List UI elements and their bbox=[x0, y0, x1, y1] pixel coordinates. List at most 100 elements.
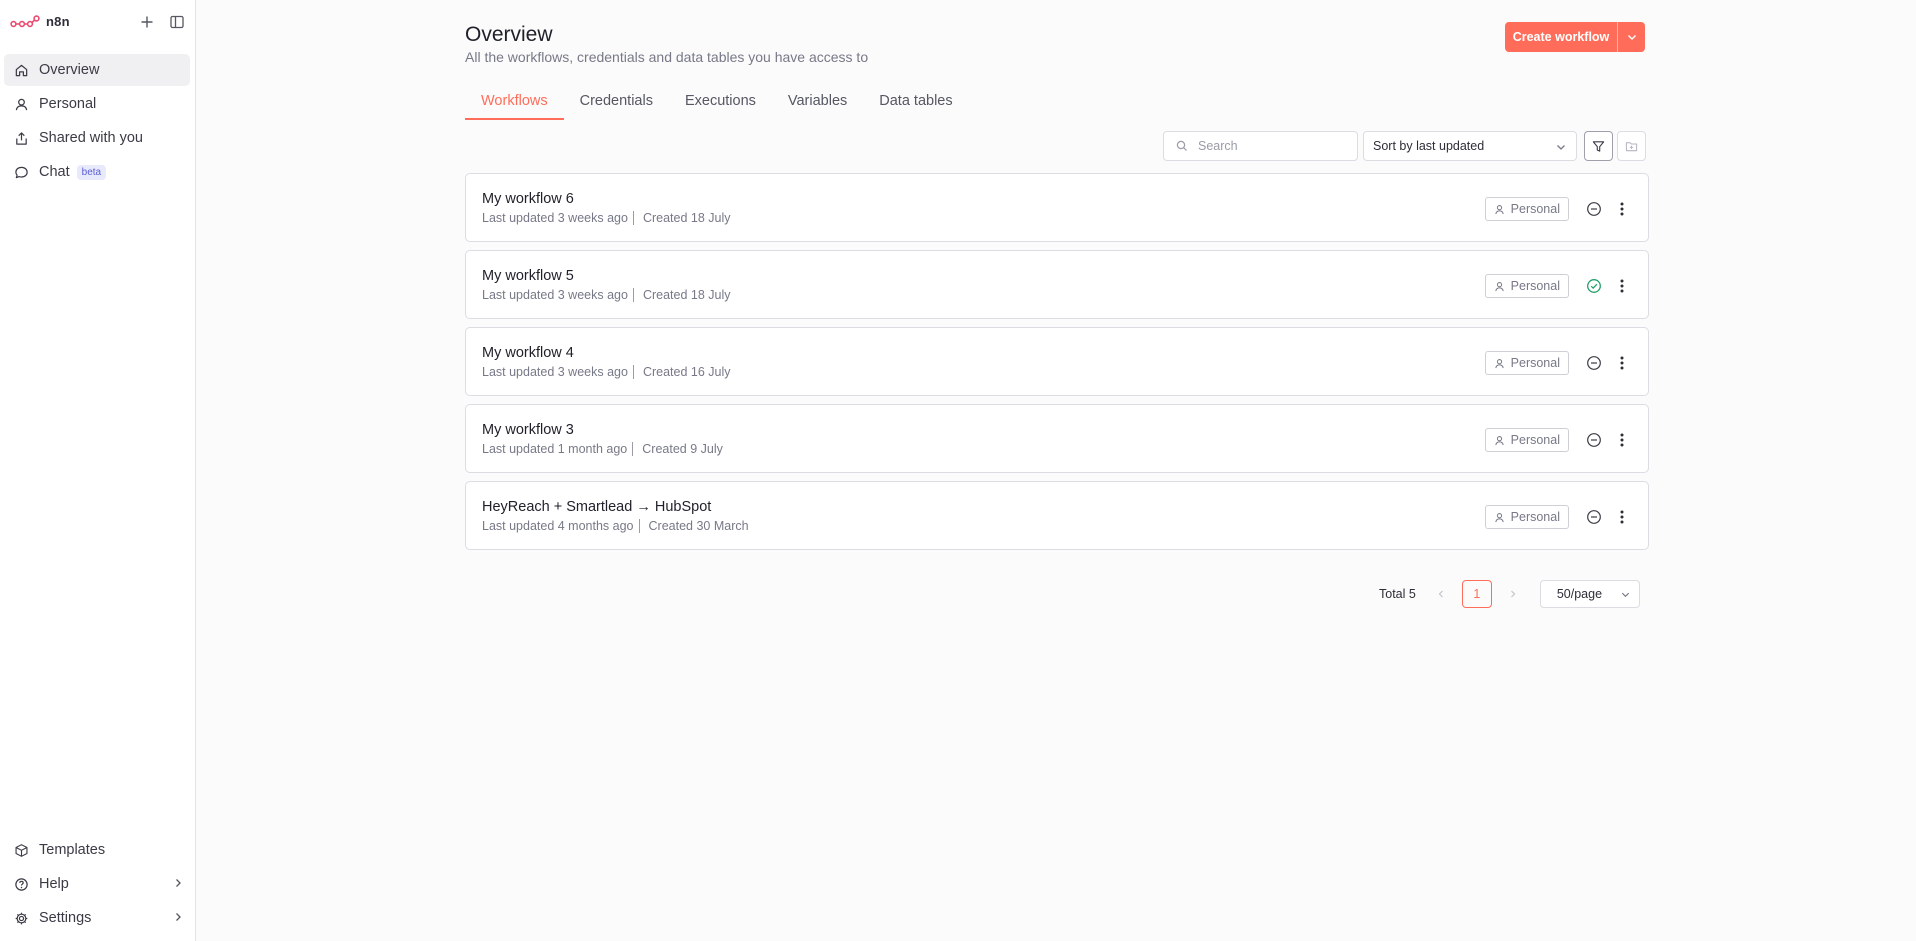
inactive-status-icon bbox=[1585, 431, 1603, 449]
owner-badge[interactable]: Personal bbox=[1484, 505, 1569, 529]
workflow-list: My workflow 6 Last updated 3 weeks ago C… bbox=[465, 173, 1649, 558]
prev-page-button[interactable] bbox=[1430, 580, 1452, 608]
workflow-updated: Last updated 1 month ago bbox=[482, 442, 628, 456]
tab-workflows[interactable]: Workflows bbox=[465, 88, 564, 120]
inactive-status-icon bbox=[1585, 200, 1603, 218]
sidebar-item-shared[interactable]: Shared with you bbox=[4, 122, 190, 154]
beta-badge: beta bbox=[76, 164, 107, 180]
app-name: n8n bbox=[46, 14, 70, 29]
sidebar-item-templates[interactable]: Templates bbox=[4, 834, 190, 866]
more-vertical-icon bbox=[1620, 202, 1624, 216]
panel-left-icon bbox=[170, 15, 184, 29]
workflow-meta: Last updated 1 month ago Created 9 July bbox=[482, 442, 723, 456]
workflow-card[interactable]: My workflow 5 Last updated 3 weeks ago C… bbox=[465, 250, 1649, 319]
app-root: n8n Overview Personal Shared with you Ch… bbox=[0, 0, 1916, 941]
sidebar-item-label: Personal bbox=[39, 96, 97, 112]
sidebar-item-personal[interactable]: Personal bbox=[4, 88, 190, 120]
more-vertical-icon bbox=[1620, 510, 1624, 524]
owner-badge[interactable]: Personal bbox=[1484, 428, 1569, 452]
inactive-status-icon bbox=[1585, 508, 1603, 526]
owner-badge[interactable]: Personal bbox=[1484, 274, 1569, 298]
sidebar-item-label: Templates bbox=[39, 842, 106, 858]
sidebar-item-label: Shared with you bbox=[39, 130, 143, 146]
collapse-sidebar-button[interactable] bbox=[166, 12, 188, 32]
user-icon bbox=[1494, 358, 1505, 369]
workflow-name: HeyReach + Smartlead → HubSpot bbox=[482, 499, 712, 515]
workflow-name: My workflow 4 bbox=[482, 345, 574, 361]
plus-icon bbox=[141, 16, 153, 28]
workflow-created: Created 18 July bbox=[642, 288, 731, 302]
workflow-created: Created 30 March bbox=[648, 519, 749, 533]
tab-credentials[interactable]: Credentials bbox=[564, 88, 669, 120]
more-vertical-icon bbox=[1620, 433, 1624, 447]
workflow-menu-button[interactable] bbox=[1613, 353, 1631, 373]
page-size-value: 50/page bbox=[1556, 587, 1603, 601]
sidebar-item-label: Help bbox=[39, 876, 69, 892]
meta-divider bbox=[632, 288, 634, 302]
sidebar-item-settings[interactable]: Settings bbox=[4, 902, 190, 934]
sidebar-nav: Overview Personal Shared with you Chat b… bbox=[4, 54, 190, 190]
sort-select[interactable]: Sort by last updated bbox=[1363, 131, 1577, 161]
user-icon bbox=[1494, 204, 1505, 215]
home-icon bbox=[12, 61, 30, 79]
workflow-meta: Last updated 3 weeks ago Created 18 July bbox=[482, 288, 731, 302]
workflow-menu-button[interactable] bbox=[1613, 507, 1631, 527]
workflow-created: Created 9 July bbox=[642, 442, 723, 456]
workflow-meta: Last updated 4 months ago Created 30 Mar… bbox=[482, 519, 749, 533]
owner-badge[interactable]: Personal bbox=[1484, 351, 1569, 375]
sidebar-item-chat[interactable]: Chat beta bbox=[4, 156, 190, 188]
workflow-card[interactable]: HeyReach + Smartlead → HubSpot Last upda… bbox=[465, 481, 1649, 550]
workflow-menu-button[interactable] bbox=[1613, 430, 1631, 450]
meta-divider bbox=[638, 519, 640, 533]
page-number-button[interactable]: 1 bbox=[1461, 580, 1492, 608]
filter-button[interactable] bbox=[1584, 131, 1613, 161]
workflow-card[interactable]: My workflow 3 Last updated 1 month ago C… bbox=[465, 404, 1649, 473]
page-size-select[interactable]: 50/page bbox=[1539, 580, 1640, 608]
next-page-button[interactable] bbox=[1502, 580, 1524, 608]
workflow-meta: Last updated 3 weeks ago Created 16 July bbox=[482, 365, 731, 379]
create-dropdown-button[interactable] bbox=[1618, 22, 1645, 52]
sidebar-item-label: Chat bbox=[39, 164, 70, 180]
page-title: Overview bbox=[465, 23, 553, 46]
search-icon bbox=[1176, 140, 1187, 151]
total-count: Total 5 bbox=[1379, 587, 1416, 601]
workflow-menu-button[interactable] bbox=[1613, 276, 1631, 296]
sidebar-item-label: Settings bbox=[39, 910, 92, 926]
owner-label: Personal bbox=[1510, 202, 1560, 216]
pagination: Total 5 1 50/page bbox=[1379, 580, 1640, 608]
workflow-card[interactable]: My workflow 4 Last updated 3 weeks ago C… bbox=[465, 327, 1649, 396]
create-workflow-button[interactable]: Create workflow bbox=[1505, 22, 1617, 52]
meta-divider bbox=[632, 211, 634, 225]
chevron-right-icon bbox=[176, 913, 181, 921]
create-workflow-split-button: Create workflow bbox=[1505, 22, 1645, 52]
sidebar-header: n8n bbox=[0, 0, 196, 44]
owner-label: Personal bbox=[1510, 433, 1560, 447]
owner-badge[interactable]: Personal bbox=[1484, 197, 1569, 221]
workflow-menu-button[interactable] bbox=[1613, 199, 1631, 219]
workflow-name: My workflow 3 bbox=[482, 422, 574, 438]
more-vertical-icon bbox=[1620, 356, 1624, 370]
add-button[interactable] bbox=[136, 12, 158, 32]
workflow-created: Created 18 July bbox=[642, 211, 731, 225]
sidebar-item-help[interactable]: Help bbox=[4, 868, 190, 900]
share-icon bbox=[12, 129, 30, 147]
tab-variables[interactable]: Variables bbox=[772, 88, 863, 120]
n8n-logo[interactable]: n8n bbox=[10, 14, 70, 29]
main-content: Overview All the workflows, credentials … bbox=[196, 0, 1916, 941]
chevron-right-icon bbox=[176, 879, 181, 887]
owner-label: Personal bbox=[1510, 279, 1560, 293]
workflow-card[interactable]: My workflow 6 Last updated 3 weeks ago C… bbox=[465, 173, 1649, 242]
sidebar-bottom-nav: Templates Help Settings bbox=[4, 834, 190, 936]
chevron-down-icon bbox=[1621, 592, 1629, 598]
meta-divider bbox=[632, 365, 634, 379]
workflow-updated: Last updated 3 weeks ago bbox=[482, 365, 628, 379]
tab-executions[interactable]: Executions bbox=[669, 88, 772, 120]
n8n-logo-icon bbox=[10, 14, 40, 27]
workflow-updated: Last updated 4 months ago bbox=[482, 519, 634, 533]
new-folder-button[interactable] bbox=[1617, 131, 1646, 161]
tab-data-tables[interactable]: Data tables bbox=[863, 88, 968, 120]
sort-select-value: Sort by last updated bbox=[1373, 139, 1485, 153]
sidebar-item-overview[interactable]: Overview bbox=[4, 54, 190, 86]
user-icon bbox=[1494, 435, 1505, 446]
search-input[interactable] bbox=[1198, 139, 1348, 153]
